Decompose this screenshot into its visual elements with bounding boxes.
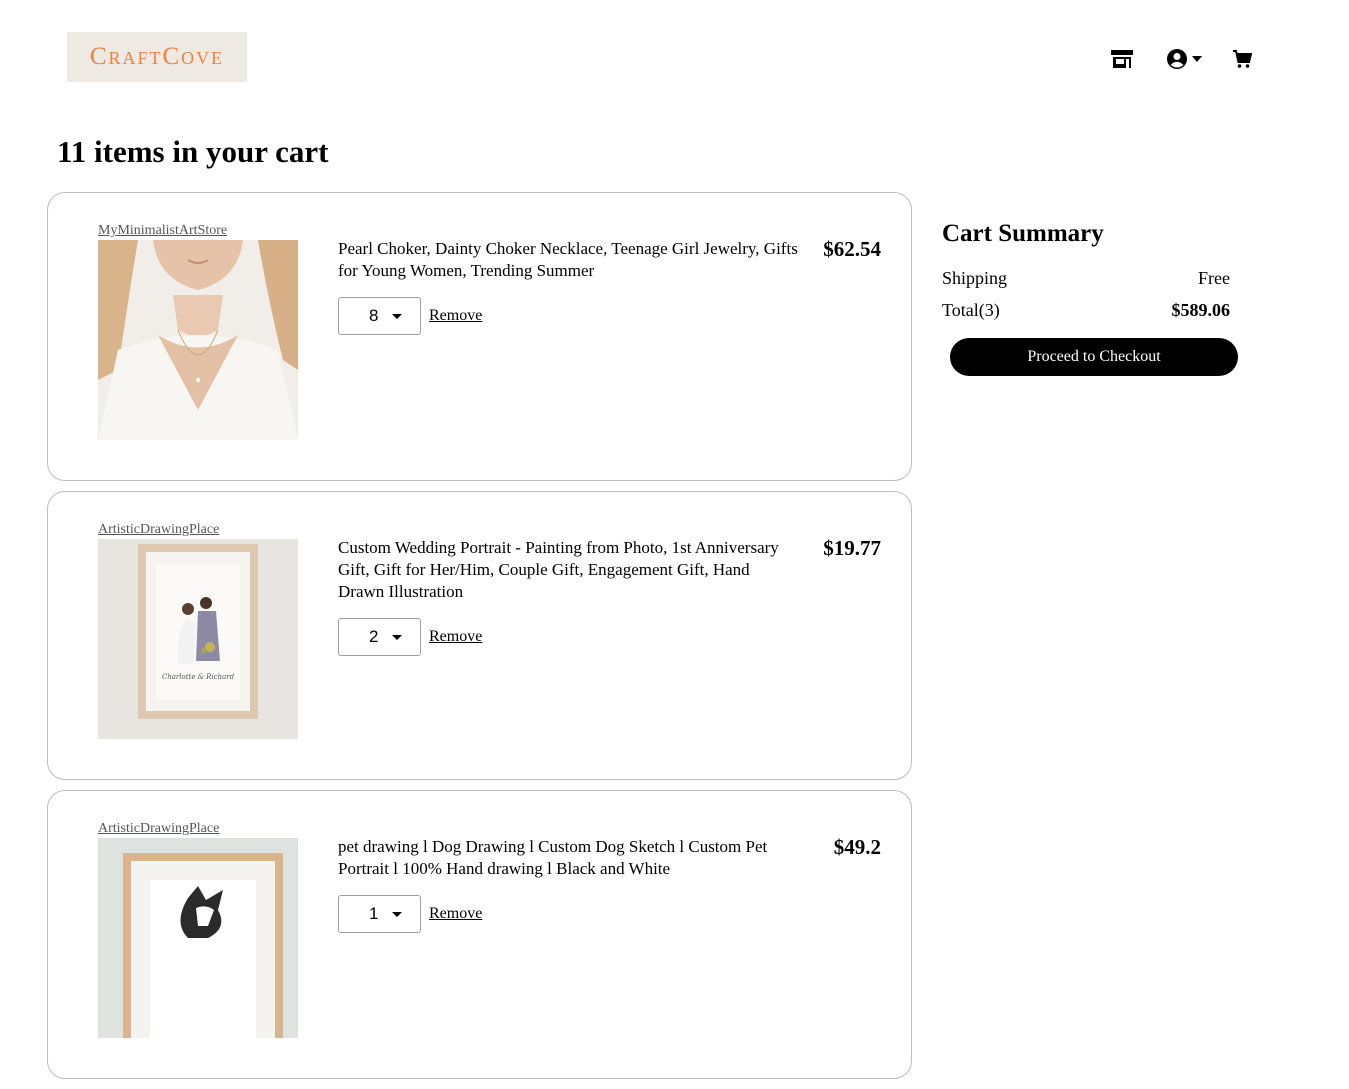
shipping-label: Shipping <box>942 267 1008 288</box>
cart-summary: Cart Summary Shipping Free Total(3) $589… <box>942 220 1238 376</box>
cart-item: MyMinimalistArtStore Pearl Choker, Daint… <box>47 192 912 481</box>
remove-button[interactable]: Remove <box>429 905 482 923</box>
cart-icon[interactable] <box>1232 46 1252 72</box>
total-value: $589.06 <box>1171 299 1231 320</box>
product-price: $19.77 <box>823 536 881 560</box>
remove-button[interactable]: Remove <box>429 628 482 646</box>
shipping-row: Shipping Free <box>942 262 1230 294</box>
cart-items-list: MyMinimalistArtStore Pearl Choker, Daint… <box>47 192 912 1089</box>
svg-text:Charlotte & Richard: Charlotte & Richard <box>162 673 235 681</box>
product-price: $49.2 <box>833 835 881 859</box>
shipping-value: Free <box>1198 267 1230 288</box>
proceed-to-checkout-button[interactable]: Proceed to Checkout <box>950 338 1238 376</box>
product-image[interactable]: Charlotte & Richard <box>98 539 298 739</box>
account-menu[interactable] <box>1166 46 1203 72</box>
shop-link[interactable]: ArtisticDrawingPlace <box>98 522 219 538</box>
store-icon[interactable] <box>1110 46 1134 72</box>
shop-link[interactable]: ArtisticDrawingPlace <box>98 821 219 837</box>
chevron-down-icon <box>392 635 402 640</box>
quantity-row: 8 Remove <box>338 297 482 335</box>
quantity-row: 2 Remove <box>338 618 482 656</box>
quantity-select[interactable]: 1 <box>338 895 421 933</box>
product-price: $62.54 <box>823 237 881 261</box>
caret-down-icon <box>1192 56 1202 62</box>
user-circle-icon <box>1167 49 1187 69</box>
page-title: 11 items in your cart <box>57 134 329 169</box>
cart-item: ArtisticDrawingPlace Charlotte & Richard… <box>47 491 912 780</box>
quantity-value: 8 <box>369 306 379 325</box>
product-title[interactable]: Custom Wedding Portrait - Painting from … <box>338 537 798 603</box>
craftcove-logo[interactable]: CraftCove <box>67 32 247 82</box>
summary-title: Cart Summary <box>942 220 1104 247</box>
remove-button[interactable]: Remove <box>429 307 482 325</box>
product-image[interactable] <box>98 838 298 1038</box>
shop-link[interactable]: MyMinimalistArtStore <box>98 223 227 239</box>
quantity-value: 2 <box>369 627 379 646</box>
quantity-row: 1 Remove <box>338 895 482 933</box>
quantity-select[interactable]: 2 <box>338 618 421 656</box>
total-row: Total(3) $589.06 <box>942 294 1230 326</box>
cart-item: ArtisticDrawingPlace pet drawing l Dog D… <box>47 790 912 1079</box>
quantity-value: 1 <box>369 904 379 923</box>
product-title[interactable]: pet drawing l Dog Drawing l Custom Dog S… <box>338 836 798 880</box>
chevron-down-icon <box>392 912 402 917</box>
product-image[interactable] <box>98 240 298 440</box>
site-header: CraftCove <box>0 0 1349 110</box>
chevron-down-icon <box>392 314 402 319</box>
total-label: Total(3) <box>942 299 1000 320</box>
product-title[interactable]: Pearl Choker, Dainty Choker Necklace, Te… <box>338 238 798 282</box>
quantity-select[interactable]: 8 <box>338 297 421 335</box>
